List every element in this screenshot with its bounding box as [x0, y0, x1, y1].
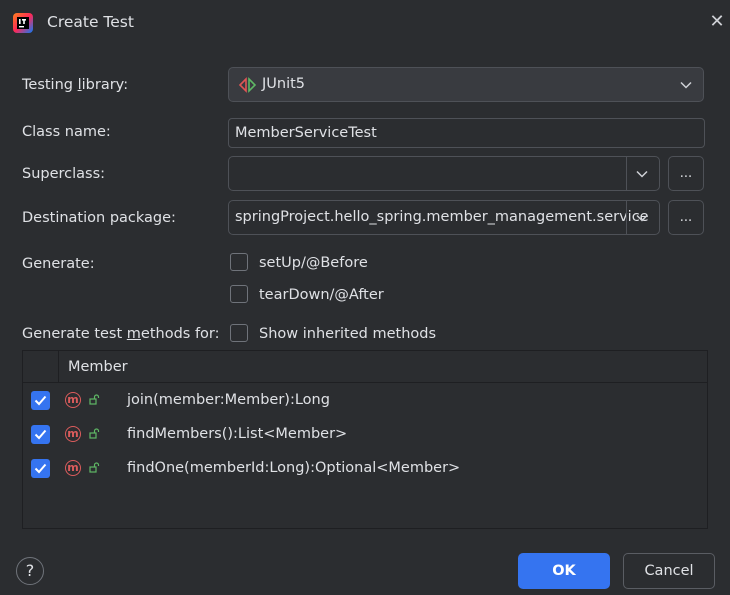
testing-library-dropdown[interactable]: JUnit5 — [228, 67, 704, 102]
row-checkbox[interactable] — [31, 425, 50, 444]
teardown-label: tearDown/@After — [259, 287, 384, 303]
class-name-input[interactable]: MemberServiceTest — [228, 118, 705, 148]
member-column-header[interactable]: Member — [68, 359, 128, 375]
testing-library-label: Testing library: — [22, 77, 129, 93]
intellij-logo-icon — [12, 12, 34, 34]
members-table: Member m join(member:Member):Long m find… — [22, 350, 708, 529]
destination-package-value: springProject.hello_spring.member_manage… — [235, 209, 649, 225]
column-divider — [58, 351, 59, 382]
method-signature: join(member:Member):Long — [127, 392, 330, 408]
generate-label: Generate: — [22, 256, 95, 272]
show-inherited-label: Show inherited methods — [259, 326, 437, 342]
destination-browse-button[interactable]: ... — [668, 200, 704, 235]
method-icon: m — [65, 392, 81, 408]
setup-checkbox[interactable] — [230, 253, 248, 271]
title-bar: Create Test ✕ — [0, 0, 730, 46]
public-lock-icon — [89, 428, 100, 439]
method-icon: m — [65, 460, 81, 476]
class-name-value: MemberServiceTest — [235, 125, 377, 141]
destination-package-combo[interactable]: springProject.hello_spring.member_manage… — [228, 200, 660, 235]
combo-divider — [626, 201, 627, 234]
cancel-button[interactable]: Cancel — [623, 553, 715, 589]
chevron-down-icon[interactable] — [636, 214, 648, 222]
superclass-combo[interactable] — [228, 156, 660, 191]
methods-for-label: Generate test methods for: — [22, 326, 220, 342]
table-row[interactable]: m findOne(memberId:Long):Optional<Member… — [23, 452, 707, 486]
setup-label: setUp/@Before — [259, 255, 368, 271]
public-lock-icon — [89, 462, 100, 473]
show-inherited-checkbox[interactable] — [230, 324, 248, 342]
junit-icon — [238, 77, 257, 93]
superclass-label: Superclass: — [22, 166, 106, 182]
table-row[interactable]: m join(member:Member):Long — [23, 384, 707, 418]
combo-divider — [626, 157, 627, 190]
ok-button[interactable]: OK — [518, 553, 610, 589]
table-header: Member — [23, 351, 707, 383]
public-lock-icon — [89, 394, 100, 405]
method-icon: m — [65, 426, 81, 442]
close-icon[interactable]: ✕ — [707, 12, 727, 32]
checkmark-icon — [34, 395, 47, 406]
superclass-browse-button[interactable]: ... — [668, 156, 704, 191]
testing-library-value: JUnit5 — [262, 76, 306, 92]
class-name-label: Class name: — [22, 124, 111, 140]
row-checkbox[interactable] — [31, 391, 50, 410]
table-row[interactable]: m findMembers():List<Member> — [23, 418, 707, 452]
help-button[interactable]: ? — [16, 557, 44, 585]
checkmark-icon — [34, 463, 47, 474]
chevron-down-icon[interactable] — [636, 170, 648, 178]
row-checkbox[interactable] — [31, 459, 50, 478]
destination-package-label: Destination package: — [22, 210, 176, 226]
method-signature: findMembers():List<Member> — [127, 426, 348, 442]
checkmark-icon — [34, 429, 47, 440]
teardown-checkbox[interactable] — [230, 285, 248, 303]
chevron-down-icon — [680, 81, 692, 89]
method-signature: findOne(memberId:Long):Optional<Member> — [127, 460, 461, 476]
window-title: Create Test — [47, 13, 134, 31]
